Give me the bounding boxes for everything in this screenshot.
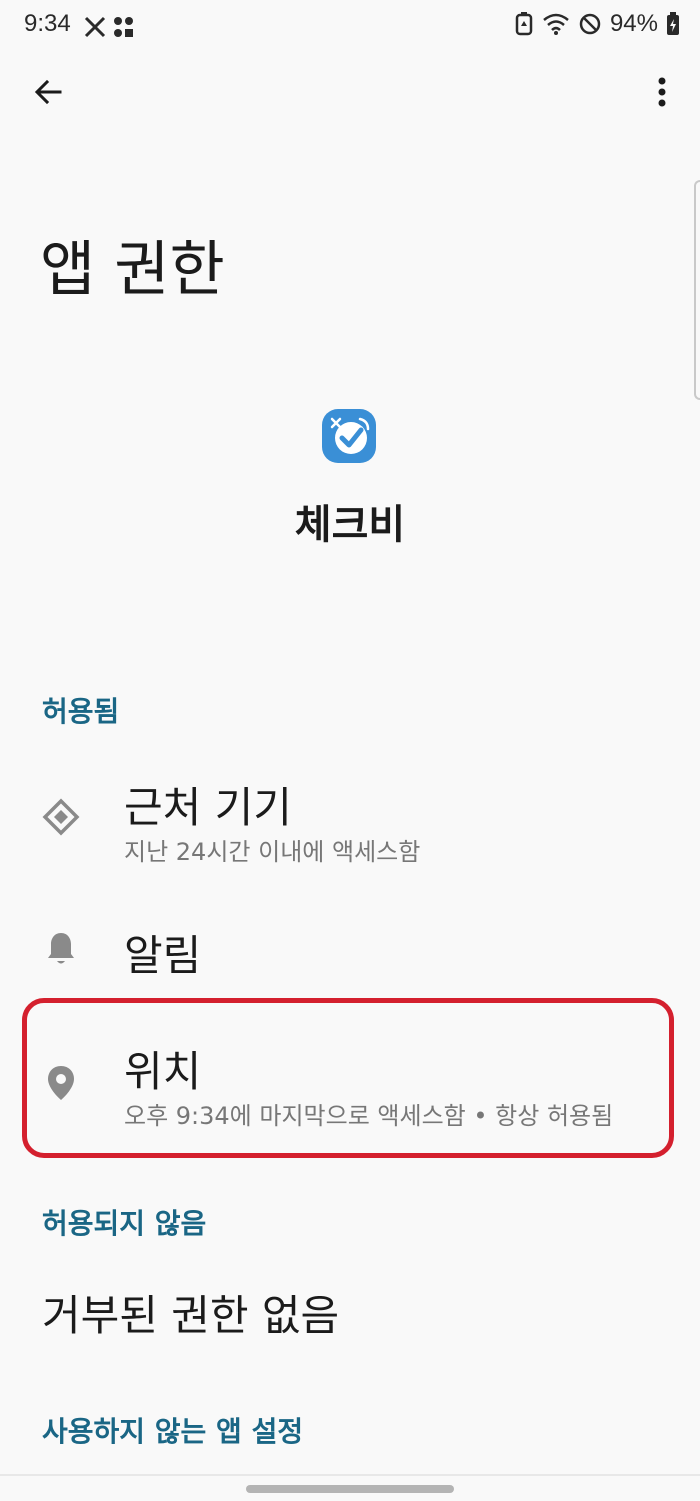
permission-subtitle: 오후 9:34에 마지막으로 액세스함 • 항상 허용됨 [124, 1102, 614, 1130]
checkbee-app-icon [322, 409, 376, 463]
permission-item-notifications[interactable] [0, 890, 700, 1000]
more-options-button[interactable] [640, 68, 684, 116]
section-header-allowed: 허용됨 [42, 695, 120, 728]
battery-percent: 94% [609, 10, 658, 37]
bell-icon [44, 930, 82, 968]
status-icons-left [84, 14, 136, 44]
back-button[interactable] [24, 68, 72, 116]
app-name: 체크비 [294, 502, 406, 548]
nearby-devices-icon [42, 798, 80, 836]
permission-subtitle: 지난 24시간 이내에 액세스함 [124, 838, 421, 866]
status-right: 94% [514, 10, 680, 38]
page-title: 앱 권한 [40, 235, 225, 305]
status-time: 9:34 [24, 10, 71, 37]
status-notification-icons [84, 16, 133, 38]
no-denied-permissions-text: 거부된 권한 없음 [42, 1291, 340, 1340]
battery-saver-icon [515, 12, 533, 36]
app-icon [322, 409, 376, 463]
permission-title: 근처 기기 [124, 783, 292, 832]
section-header-unused-app-settings: 사용하지 않는 앱 설정 [42, 1415, 304, 1448]
scroll-indicator [694, 180, 700, 400]
wifi-icon [543, 13, 569, 35]
location-pin-icon [46, 1064, 84, 1102]
section-header-not-allowed: 허용되지 않음 [42, 1207, 207, 1240]
home-gesture-bar[interactable] [246, 1485, 454, 1493]
permission-title: 알림 [124, 931, 202, 980]
do-not-disturb-icon [579, 13, 601, 35]
bottom-divider [0, 1474, 700, 1476]
battery-icon [667, 12, 679, 35]
arrow-left-icon [34, 79, 62, 105]
more-vertical-icon [658, 77, 666, 107]
permission-title: 위치 [124, 1047, 202, 1096]
